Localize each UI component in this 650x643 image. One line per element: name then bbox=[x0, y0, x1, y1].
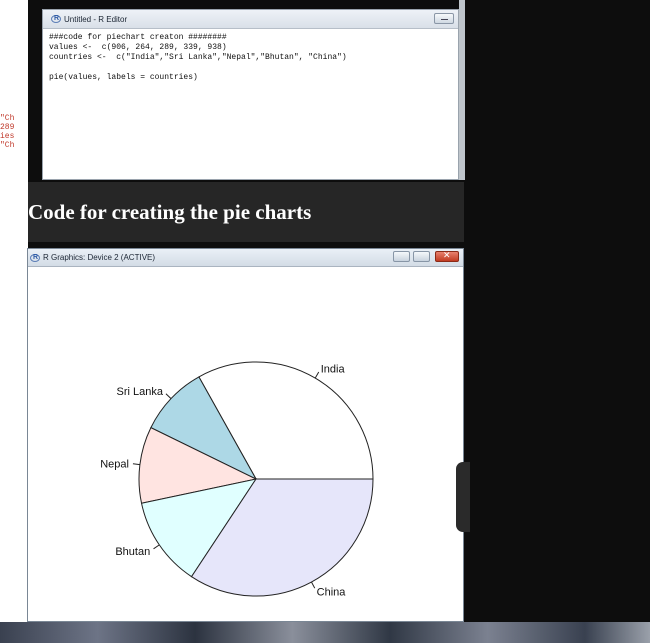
pie-chart: India Sri Lanka Nepal Bhutan China bbox=[100, 361, 374, 599]
r-logo-icon: R bbox=[30, 253, 40, 262]
label-tick bbox=[132, 463, 140, 466]
side-tab-handle[interactable] bbox=[456, 462, 470, 532]
code-line: values <- c(906, 264, 289, 339, 938) bbox=[49, 43, 227, 52]
minimize-button[interactable] bbox=[393, 251, 410, 262]
label-tick bbox=[314, 371, 320, 379]
code-fragment-line: ies bbox=[0, 132, 15, 141]
r-editor-titlebar[interactable]: R Untitled - R Editor bbox=[43, 10, 458, 29]
background-code-fragment: "Ch 289 ies "Ch bbox=[0, 114, 28, 184]
slice-label: India bbox=[321, 364, 346, 376]
slice-label: Nepal bbox=[100, 458, 129, 470]
maximize-button[interactable] bbox=[413, 251, 430, 262]
r-graphics-window[interactable]: R R Graphics: Device 2 (ACTIVE) India Sri… bbox=[27, 248, 464, 622]
label-tick bbox=[311, 581, 316, 589]
minimize-button[interactable] bbox=[434, 13, 454, 24]
close-button[interactable] bbox=[435, 251, 459, 262]
window-edge bbox=[459, 0, 465, 180]
background-window bbox=[0, 0, 28, 622]
code-line: countries <- c("India","Sri Lanka","Nepa… bbox=[49, 53, 347, 62]
code-line: ###code for piechart creaton ######## bbox=[49, 33, 227, 42]
code-fragment-line: 289 bbox=[0, 123, 15, 132]
slice-label: China bbox=[317, 587, 347, 599]
code-fragment-line: "Ch bbox=[0, 141, 15, 150]
code-line: pie(values, labels = countries) bbox=[49, 73, 198, 82]
code-fragment-line: "Ch bbox=[0, 114, 15, 123]
r-graphics-title: R Graphics: Device 2 (ACTIVE) bbox=[43, 253, 156, 262]
taskbar bbox=[0, 622, 650, 643]
code-area[interactable]: ###code for piechart creaton ######## val… bbox=[43, 29, 458, 87]
slide-caption: Code for creating the pie charts bbox=[28, 200, 312, 224]
slice-label: Sri Lanka bbox=[117, 386, 164, 398]
label-tick bbox=[153, 544, 160, 550]
r-editor-title: Untitled - R Editor bbox=[64, 14, 128, 24]
label-tick bbox=[165, 393, 172, 399]
slice-label: Bhutan bbox=[115, 546, 150, 558]
r-graphics-titlebar[interactable]: R R Graphics: Device 2 (ACTIVE) bbox=[28, 249, 463, 267]
r-logo-icon: R bbox=[51, 15, 61, 23]
r-editor-window[interactable]: R Untitled - R Editor ###code for piecha… bbox=[42, 9, 459, 180]
